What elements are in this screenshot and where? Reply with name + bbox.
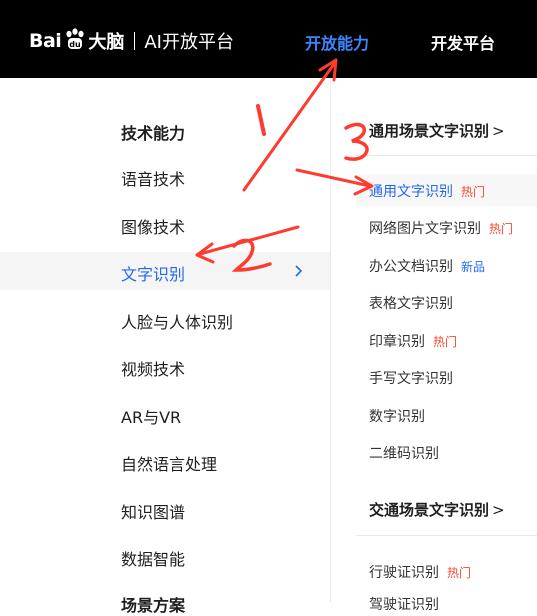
menu-divider <box>330 78 331 602</box>
category-item-knowledge-graph[interactable]: 知识图谱 <box>121 499 185 523</box>
sub-item-label: 二维码识别 <box>369 446 439 462</box>
category-item-nlp[interactable]: 自然语言处理 <box>121 451 217 475</box>
hot-badge: 热门 <box>489 222 514 236</box>
sub-item-label: 网络图片文字识别 <box>369 221 481 237</box>
sub-item-label: 表格文字识别 <box>369 296 453 312</box>
sub-item-driver-license-ocr[interactable]: 驾驶证识别 <box>369 594 439 614</box>
sub-item-office-doc-ocr[interactable]: 办公文档识别 新品 <box>369 256 485 276</box>
hot-badge: 热门 <box>433 335 458 349</box>
subgroup-divider <box>356 535 537 536</box>
annotation-number-3 <box>344 122 369 161</box>
subgroup-title-traffic[interactable]: 交通场景文字识别 > <box>369 499 505 520</box>
sub-item-label: 通用文字识别 <box>369 184 453 200</box>
subgroup-title-general-text: 通用场景文字识别 <box>369 122 490 140</box>
logo-subtitle: AI开放平台 <box>144 32 234 53</box>
logo-bai-text: Bai <box>29 30 62 52</box>
top-navbar: Bai du 大脑 AI开放平台 开放能力 开发平台 <box>0 0 537 78</box>
nav-open-capabilities[interactable]: 开放能力 <box>305 30 369 54</box>
hot-badge: 热门 <box>447 566 472 580</box>
subgroup-title-traffic-text: 交通场景文字识别 <box>369 501 490 519</box>
hot-badge: 热门 <box>461 185 486 199</box>
category-item-ar-vr[interactable]: AR与VR <box>121 404 181 428</box>
sub-item-digit-ocr[interactable]: 数字识别 <box>369 406 425 426</box>
sub-item-table-ocr[interactable]: 表格文字识别 <box>369 293 453 313</box>
sub-item-qrcode-ocr[interactable]: 二维码识别 <box>369 443 439 463</box>
baidu-ai-logo[interactable]: Bai du 大脑 AI开放平台 <box>29 27 234 55</box>
category-item-face-body[interactable]: 人脸与人体识别 <box>121 309 233 333</box>
baidu-paw-icon: du <box>63 28 87 54</box>
sub-item-handwriting-ocr[interactable]: 手写文字识别 <box>369 368 453 388</box>
category-heading-solutions[interactable]: 场景方案 <box>121 592 185 616</box>
sub-item-label: 手写文字识别 <box>369 371 453 387</box>
category-item-video[interactable]: 视频技术 <box>121 356 185 380</box>
subgroup-divider <box>356 155 537 156</box>
new-badge: 新品 <box>461 260 486 274</box>
logo-separator <box>134 32 136 50</box>
sub-item-label: 行驶证识别 <box>369 565 439 581</box>
chevron-right-icon: > <box>492 501 505 519</box>
sub-item-web-image-ocr[interactable]: 网络图片文字识别 热门 <box>369 218 513 238</box>
category-item-ocr[interactable]: 文字识别 <box>121 261 185 285</box>
sub-item-label: 驾驶证识别 <box>369 597 439 613</box>
sub-item-vehicle-license-ocr[interactable]: 行驶证识别 热门 <box>369 562 471 582</box>
sub-item-general-ocr[interactable]: 通用文字识别 热门 <box>369 181 485 201</box>
category-item-speech[interactable]: 语音技术 <box>121 166 185 190</box>
category-item-data-intelligence[interactable]: 数据智能 <box>121 546 185 570</box>
category-item-image[interactable]: 图像技术 <box>121 214 185 238</box>
category-menu <box>0 78 330 602</box>
svg-text:du: du <box>70 40 82 49</box>
nav-dev-platform[interactable]: 开发平台 <box>431 30 495 54</box>
logo-dana-text: 大脑 <box>88 32 125 53</box>
sub-item-seal-ocr[interactable]: 印章识别 热门 <box>369 331 457 351</box>
chevron-right-icon <box>295 265 303 277</box>
category-heading: 技术能力 <box>121 124 186 143</box>
sub-item-label: 办公文档识别 <box>369 259 453 275</box>
chevron-right-icon: > <box>492 122 505 140</box>
subgroup-title-general[interactable]: 通用场景文字识别 > <box>369 120 505 141</box>
sub-item-label: 印章识别 <box>369 334 425 350</box>
sub-item-label: 数字识别 <box>369 409 425 425</box>
